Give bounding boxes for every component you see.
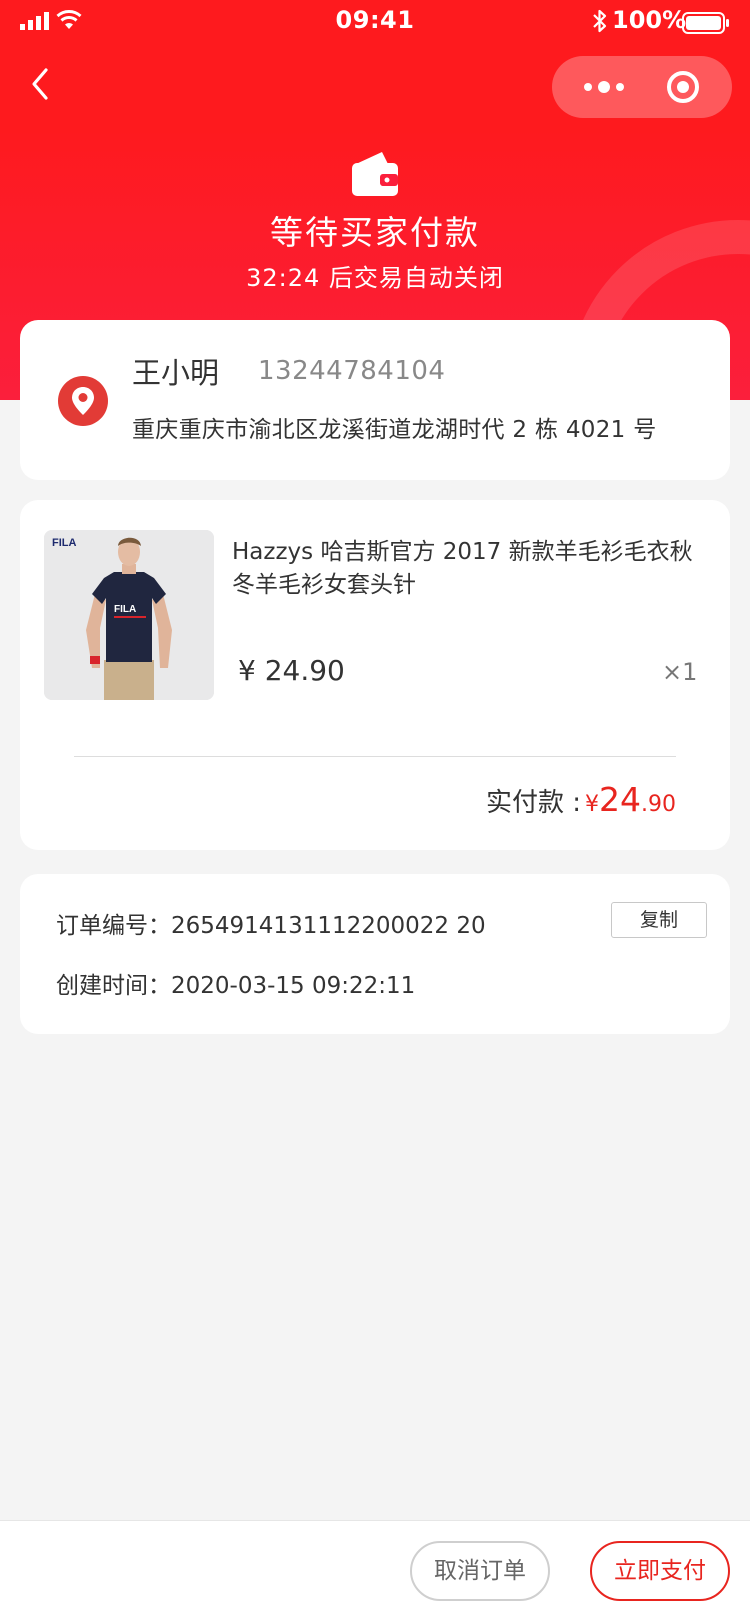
product-photo-illustration: FILA FILA bbox=[44, 530, 214, 700]
battery-icon bbox=[682, 12, 729, 34]
shipping-address: 重庆重庆市渝北区龙溪街道龙湖时代 2 栋 4021 号 bbox=[132, 417, 657, 443]
product-brand-logo: FILA bbox=[52, 537, 76, 549]
more-icon[interactable] bbox=[574, 72, 634, 102]
cancel-order-button[interactable]: 取消订单 bbox=[410, 1541, 550, 1601]
divider bbox=[74, 756, 676, 757]
countdown-text: 32:24 后交易自动关闭 bbox=[246, 264, 504, 292]
back-icon[interactable] bbox=[26, 64, 54, 104]
address-card[interactable]: 王小明 13244784104 重庆重庆市渝北区龙溪街道龙湖时代 2 栋 402… bbox=[20, 320, 730, 480]
payment-amount-integer: 24 bbox=[599, 780, 641, 819]
currency-symbol: ¥ bbox=[585, 792, 599, 817]
location-pin-icon bbox=[58, 376, 108, 426]
close-target-icon[interactable] bbox=[666, 70, 700, 104]
bluetooth-icon bbox=[593, 9, 607, 33]
product-card: FILA FILA Hazzys 哈吉斯官方 2017 新款羊毛衫毛衣秋冬羊毛衫… bbox=[20, 500, 730, 850]
order-info-card: 订单编号：2654914131112200022 20 复制 创建时间：2020… bbox=[20, 874, 730, 1034]
wallet-icon bbox=[352, 152, 398, 196]
product-title[interactable]: Hazzys 哈吉斯官方 2017 新款羊毛衫毛衣秋冬羊毛衫女套头针 bbox=[232, 536, 712, 602]
order-created-time: 创建时间：2020-03-15 09:22:11 bbox=[56, 973, 416, 999]
product-image[interactable]: FILA FILA bbox=[44, 530, 214, 700]
product-price: ¥ 24.90 bbox=[238, 654, 345, 687]
actual-payment-label: 实付款 : bbox=[485, 788, 581, 818]
battery-percent: 100% bbox=[612, 6, 687, 34]
order-status-title: 等待买家付款 bbox=[270, 213, 480, 252]
recipient-phone: 13244784104 bbox=[258, 356, 446, 386]
actual-payment: 实付款 : ¥24.90 bbox=[486, 780, 676, 819]
status-bar: 09:41 100% bbox=[0, 0, 750, 44]
bottom-action-bar: 取消订单 立即支付 bbox=[0, 1520, 750, 1620]
recipient-name: 王小明 bbox=[132, 356, 220, 390]
pay-now-button[interactable]: 立即支付 bbox=[590, 1541, 730, 1601]
shirt-logo: FILA bbox=[114, 604, 136, 615]
payment-amount-decimal: .90 bbox=[641, 792, 676, 817]
product-quantity: ×1 bbox=[662, 658, 698, 686]
mini-program-capsule bbox=[552, 56, 732, 118]
order-number: 订单编号：2654914131112200022 20 bbox=[56, 913, 486, 939]
copy-order-number-button[interactable]: 复制 bbox=[611, 902, 707, 938]
